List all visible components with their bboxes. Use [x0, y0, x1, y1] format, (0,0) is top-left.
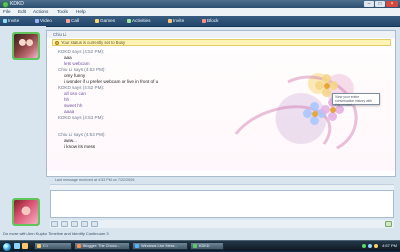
- maximize-button[interactable]: □: [375, 1, 385, 7]
- messenger-icon: [135, 244, 139, 248]
- taskbar-button[interactable]: Blogger: The Choco...: [74, 242, 130, 250]
- toolbar-block-button[interactable]: Block: [202, 16, 218, 26]
- background-button[interactable]: [91, 221, 98, 227]
- send-button[interactable]: [385, 221, 392, 227]
- user-avatar-image: [14, 200, 38, 224]
- status-notice-bar: Your status is currently set to Busy: [52, 39, 391, 46]
- games-icon: [95, 18, 99, 23]
- video-icon: [35, 18, 39, 23]
- warning-icon: [55, 41, 59, 45]
- network-icon[interactable]: [362, 244, 367, 248]
- title-bar: KDKD – □ ×: [0, 0, 400, 8]
- contact-avatar[interactable]: [12, 32, 40, 60]
- toolbar-invite2-label: Invite: [173, 18, 185, 23]
- wink-button[interactable]: [71, 221, 78, 227]
- message-sender-line: KDKD says (4:53 PM):: [58, 115, 105, 120]
- taskbar-button-label: Windows Live Mess...: [141, 244, 178, 248]
- start-button[interactable]: [2, 242, 12, 252]
- toolbar-invite2-button[interactable]: Invite: [168, 16, 184, 26]
- menu-file[interactable]: File: [3, 8, 11, 16]
- input-controls-bar: [50, 220, 394, 228]
- toolbar-games-button[interactable]: Games: [95, 16, 115, 26]
- invite-icon: [3, 18, 7, 23]
- block-icon: [202, 18, 206, 23]
- toolbar-call-label: Call: [71, 18, 80, 23]
- clock-time[interactable]: 4:57 PM: [382, 242, 397, 250]
- quick-launch-icon[interactable]: [14, 243, 20, 249]
- notification-icon[interactable]: [374, 244, 379, 248]
- message-text-line: i know its mess: [64, 144, 96, 149]
- messenger-window: KDKD – □ × File Edit Actions Tools Help …: [0, 0, 400, 241]
- contact-avatar-image: [14, 34, 38, 58]
- toolbar-invite-label: Invite: [8, 18, 20, 23]
- font-button[interactable]: [51, 221, 58, 227]
- toolbar-video-button[interactable]: Video: [35, 16, 52, 26]
- folder-icon: [37, 244, 41, 248]
- taskbar-button[interactable]: KDKD: [190, 242, 224, 250]
- taskbar-button-label: KDKD: [199, 244, 210, 248]
- toolbar-activities-button[interactable]: Activities: [127, 16, 151, 26]
- toolbar-block-label: Block: [207, 18, 219, 23]
- menu-actions[interactable]: Actions: [33, 8, 48, 16]
- system-tray: 4:57 PM: [362, 242, 397, 250]
- activities-icon: [127, 18, 131, 23]
- minimize-button[interactable]: –: [364, 1, 374, 7]
- conversation-pane: Chiu Li Your status is currently set to …: [46, 30, 396, 177]
- message-input[interactable]: [50, 190, 394, 218]
- menu-tools[interactable]: Tools: [57, 8, 68, 16]
- history-tooltip: View your entire conversation history wi…: [332, 93, 380, 107]
- taskbar-button-label: Blogger: The Choco...: [83, 244, 120, 248]
- toolbar-video-label: Video: [40, 18, 52, 23]
- close-button[interactable]: ×: [386, 1, 398, 7]
- taskbar-button-label: C:\: [43, 244, 48, 248]
- toolbar-invite-button[interactable]: Invite: [3, 16, 19, 26]
- last-message-info: Last message received at 4:53 PM on 7/22…: [55, 178, 136, 182]
- menu-edit[interactable]: Edit: [18, 8, 26, 16]
- window-title: KDKD: [10, 1, 24, 7]
- toolbar-games-label: Games: [100, 18, 116, 23]
- toolbar-activities-label: Activities: [132, 18, 151, 23]
- windows-taskbar: C:\ Blogger: The Choco... Windows Live M…: [0, 240, 400, 252]
- contact-name: Chiu Li: [47, 31, 395, 38]
- messenger-app-icon: [2, 1, 9, 8]
- now-playing-text: Do more with Ann Kupko Timeline and Iden…: [3, 231, 109, 236]
- user-avatar[interactable]: [12, 198, 40, 226]
- menu-help[interactable]: Help: [76, 8, 86, 16]
- status-notice-text: Your status is currently set to Busy: [61, 40, 126, 45]
- call-icon: [66, 18, 70, 23]
- taskbar-button[interactable]: C:\: [34, 242, 72, 250]
- chat-icon: [193, 244, 197, 248]
- nudge-button[interactable]: [81, 221, 88, 227]
- invite-icon: [168, 18, 172, 23]
- conversation-toolbar: Invite Video Call Games Activities Invit…: [0, 16, 400, 27]
- emoticon-button[interactable]: [61, 221, 68, 227]
- message-history[interactable]: KDKD says (4:52 PM): aaa lets webcam Chi…: [47, 46, 395, 171]
- display-picture-panel: [0, 26, 46, 240]
- taskbar-button[interactable]: Windows Live Mess...: [132, 242, 188, 250]
- quick-launch-icon[interactable]: [22, 243, 28, 249]
- window-controls: – □ ×: [364, 1, 398, 7]
- browser-icon: [77, 244, 81, 248]
- volume-icon[interactable]: [368, 244, 373, 248]
- toolbar-call-button[interactable]: Call: [66, 16, 79, 26]
